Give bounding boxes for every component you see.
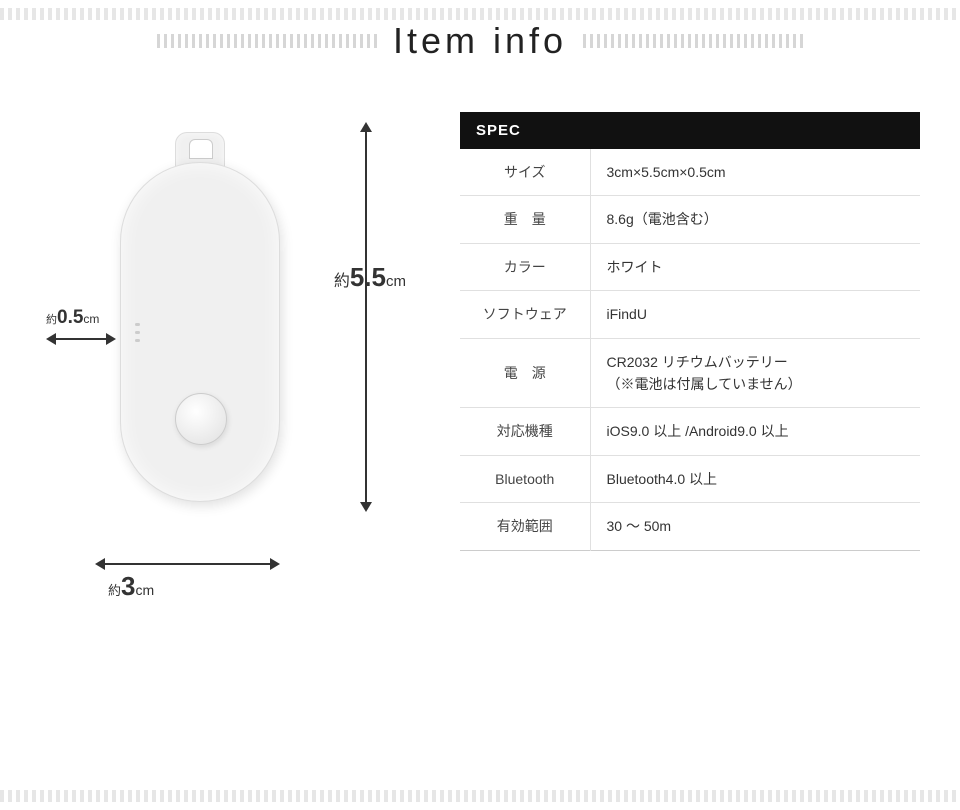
width-yaku: 約 — [46, 314, 57, 326]
device-hook-inner — [189, 139, 213, 159]
spec-value: CR2032 リチウムバッテリー（※電池は付属していません） — [590, 338, 920, 408]
width-arrow — [46, 333, 116, 345]
spec-label: カラー — [460, 243, 590, 290]
arrow-line-h-w — [56, 338, 106, 340]
spec-value: 30 〜 50m — [590, 503, 920, 550]
table-row: BluetoothBluetooth4.0 以上 — [460, 455, 920, 502]
title-deco-left — [157, 34, 377, 48]
arrow-head-left-w — [46, 333, 56, 345]
depth-dimension-label: 約3cm — [108, 571, 154, 602]
device-dot — [135, 331, 140, 334]
product-area: 約5.5cm 約0.5cm 約3cm — [40, 92, 420, 612]
spec-value: iFindU — [590, 291, 920, 338]
table-row: サイズ3cm×5.5cm×0.5cm — [460, 149, 920, 196]
device-body — [120, 162, 280, 502]
height-yaku: 約 — [334, 273, 350, 290]
spec-table: SPEC サイズ3cm×5.5cm×0.5cm重 量8.6g（電池含む）カラーホ… — [460, 112, 920, 551]
spec-label: 電 源 — [460, 338, 590, 408]
spec-value: 8.6g（電池含む） — [590, 196, 920, 243]
spec-label: 重 量 — [460, 196, 590, 243]
spec-label: 対応機種 — [460, 408, 590, 455]
arrow-head-right-d — [270, 558, 280, 570]
device-illustration — [120, 122, 280, 502]
device-dots — [135, 323, 140, 342]
height-num: 5.5 — [350, 262, 386, 292]
spec-value: 3cm×5.5cm×0.5cm — [590, 149, 920, 196]
height-arrow — [360, 122, 372, 512]
table-row: 対応機種iOS9.0 以上 /Android9.0 以上 — [460, 408, 920, 455]
main-content: 約5.5cm 約0.5cm 約3cm — [40, 92, 920, 612]
arrow-head-right-w — [106, 333, 116, 345]
depth-arrow — [95, 558, 280, 570]
depth-unit: cm — [135, 582, 154, 598]
spec-label: サイズ — [460, 149, 590, 196]
spec-value: iOS9.0 以上 /Android9.0 以上 — [590, 408, 920, 455]
depth-num: 3 — [121, 571, 135, 601]
width-dimension-container: 約0.5cm — [46, 307, 116, 345]
arrow-head-left-d — [95, 558, 105, 570]
spec-label: 有効範囲 — [460, 503, 590, 550]
arrow-head-down — [360, 502, 372, 512]
depth-yaku: 約 — [108, 583, 121, 598]
spec-header: SPEC — [460, 112, 920, 149]
arrow-line-vertical — [365, 132, 367, 502]
height-unit: cm — [386, 273, 406, 290]
width-num: 0.5 — [57, 307, 83, 328]
spec-label: Bluetooth — [460, 455, 590, 502]
table-row: ソフトウェアiFindU — [460, 291, 920, 338]
device-dot — [135, 339, 140, 342]
width-unit: cm — [83, 312, 99, 326]
spec-value: Bluetooth4.0 以上 — [590, 455, 920, 502]
width-dimension-label: 約0.5cm — [46, 307, 116, 329]
table-row: 重 量8.6g（電池含む） — [460, 196, 920, 243]
height-dimension-label: 約5.5cm — [334, 262, 406, 293]
page-title: Item info — [393, 20, 567, 62]
device-dot — [135, 323, 140, 326]
zigzag-top-deco — [0, 8, 960, 20]
spec-label: ソフトウェア — [460, 291, 590, 338]
zigzag-bottom-deco — [0, 790, 960, 802]
arrow-line-h-d — [105, 563, 270, 565]
arrow-head-up — [360, 122, 372, 132]
table-row: 電 源CR2032 リチウムバッテリー（※電池は付属していません） — [460, 338, 920, 408]
device-button — [175, 393, 227, 445]
table-row: 有効範囲30 〜 50m — [460, 503, 920, 550]
page-wrapper: Item info — [0, 0, 960, 810]
title-deco-right — [583, 34, 803, 48]
spec-value: ホワイト — [590, 243, 920, 290]
title-area: Item info — [40, 20, 920, 62]
table-row: カラーホワイト — [460, 243, 920, 290]
spec-area: SPEC サイズ3cm×5.5cm×0.5cm重 量8.6g（電池含む）カラーホ… — [460, 112, 920, 551]
